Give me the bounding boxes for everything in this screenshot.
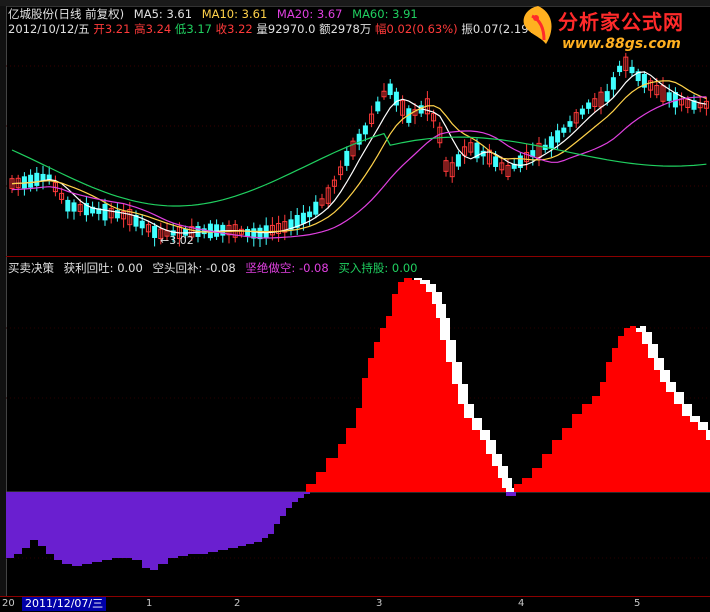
short-cover-label: 空头回补:	[152, 261, 203, 275]
candle-body	[362, 125, 368, 135]
volume-label: 量	[256, 22, 268, 36]
candle-body	[387, 83, 393, 96]
candle-body	[567, 121, 573, 127]
x-tick: 1	[146, 598, 153, 609]
quote-line: 2012/10/12/五 开3.21 高3.24 低3.17 收3.22 量92…	[8, 21, 544, 37]
x-tick: 5	[634, 598, 641, 609]
candle-body	[257, 227, 263, 240]
candle-body	[300, 212, 306, 224]
short-cover-value: -0.08	[205, 261, 236, 275]
ma10-label: MA10:	[201, 7, 238, 21]
buy-hold-value: 0.00	[391, 261, 418, 275]
ma20-label: MA20:	[276, 7, 314, 21]
low-price-marker: ←3.02	[160, 234, 194, 247]
high-label: 高	[134, 22, 146, 36]
candle-body	[245, 228, 251, 237]
candle-body	[71, 202, 77, 212]
never-short-value: -0.08	[298, 261, 329, 275]
watermark-url: www.88gs.com	[562, 36, 681, 52]
selected-date-box: 2011/12/07/三	[22, 597, 107, 611]
x-tick: 4	[518, 598, 525, 609]
candle-body	[493, 156, 499, 167]
candle-body	[548, 136, 554, 149]
candle-body	[604, 91, 610, 102]
close-label: 收	[215, 22, 228, 36]
candle-body	[34, 172, 40, 186]
amplitude-label: 振	[461, 22, 473, 36]
ma10-value: 3.61	[241, 7, 268, 21]
profit-take-value: 0.00	[117, 261, 143, 275]
low-value: 3.17	[186, 22, 212, 36]
candle-body	[586, 102, 592, 109]
indicator-chart-panel[interactable]	[6, 258, 710, 596]
candle-body	[666, 92, 672, 101]
low-label: 低	[174, 22, 187, 36]
candle-body	[555, 130, 561, 143]
candle-body	[617, 65, 623, 73]
low-price-value: 3.02	[169, 234, 194, 247]
profit-take-label: 获利回吐:	[63, 261, 114, 275]
ma5-label: MA5:	[133, 7, 163, 21]
high-value: 3.24	[145, 22, 172, 36]
candle-body	[561, 127, 567, 133]
watermark-logo: 分析家公式网 www.88gs.com	[510, 0, 710, 56]
change-value: 0.02(0.63%)	[386, 22, 458, 36]
candle-body	[102, 203, 108, 221]
ma20-value: 3.67	[316, 7, 343, 21]
candle-body	[313, 201, 319, 215]
candle-body	[65, 199, 71, 212]
candle-body	[40, 173, 46, 182]
candle-body	[307, 211, 313, 218]
candle-body	[579, 108, 585, 115]
ma10-line	[11, 80, 707, 233]
amount-label: 额	[319, 22, 331, 36]
indicator-legend: 买卖决策 获利回吐: 0.00 空头回补: -0.08 坚绝做空: -0.08 …	[8, 260, 418, 276]
candle-body	[152, 225, 158, 238]
candle-body	[455, 154, 461, 167]
indicator-name[interactable]: 买卖决策	[8, 261, 54, 275]
ma60-value: 3.91	[392, 7, 418, 21]
ma60-label: MA60:	[352, 7, 389, 21]
leaf-logo-icon	[523, 6, 552, 44]
ma5-value: 3.61	[166, 7, 193, 21]
close-value: 3.22	[227, 22, 253, 36]
candle-body	[375, 101, 381, 112]
panel-divider[interactable]	[6, 256, 710, 257]
never-short-bar	[506, 492, 516, 496]
period-info: (日线 前复权)	[54, 7, 125, 21]
quote-date: 2012/10/12/五	[8, 22, 90, 36]
candle-body	[629, 66, 635, 74]
open-label: 开	[93, 22, 105, 36]
stock-name[interactable]: 亿城股份	[8, 7, 54, 21]
change-label: 幅	[375, 22, 387, 36]
candle-body	[610, 77, 616, 90]
buy-hold-area	[302, 278, 710, 492]
open-value: 3.21	[104, 22, 131, 36]
never-short-label: 坚绝做空:	[245, 261, 296, 275]
x-tick: 3	[376, 598, 383, 609]
ma5-line	[11, 71, 707, 234]
x-tick: 2	[234, 598, 241, 609]
watermark-title: 分析家公式网	[558, 10, 684, 34]
amount-value: 2978万	[330, 22, 372, 36]
buy-hold-label: 买入持股:	[338, 261, 389, 275]
x-tick-first: 20	[2, 598, 15, 609]
x-axis: 20 2011/12/07/三 1 2 3 4 5	[0, 596, 710, 612]
candle-body	[139, 220, 145, 229]
indicator-chart-svg	[6, 278, 710, 570]
header-ma-line: 亿城股份(日线 前复权) MA5: 3.61 MA10: 3.61 MA20: …	[8, 6, 418, 22]
never-short-area	[6, 492, 310, 570]
candle-body	[344, 150, 350, 166]
candle-body	[28, 174, 34, 188]
volume-value: 92970.0	[267, 22, 316, 36]
